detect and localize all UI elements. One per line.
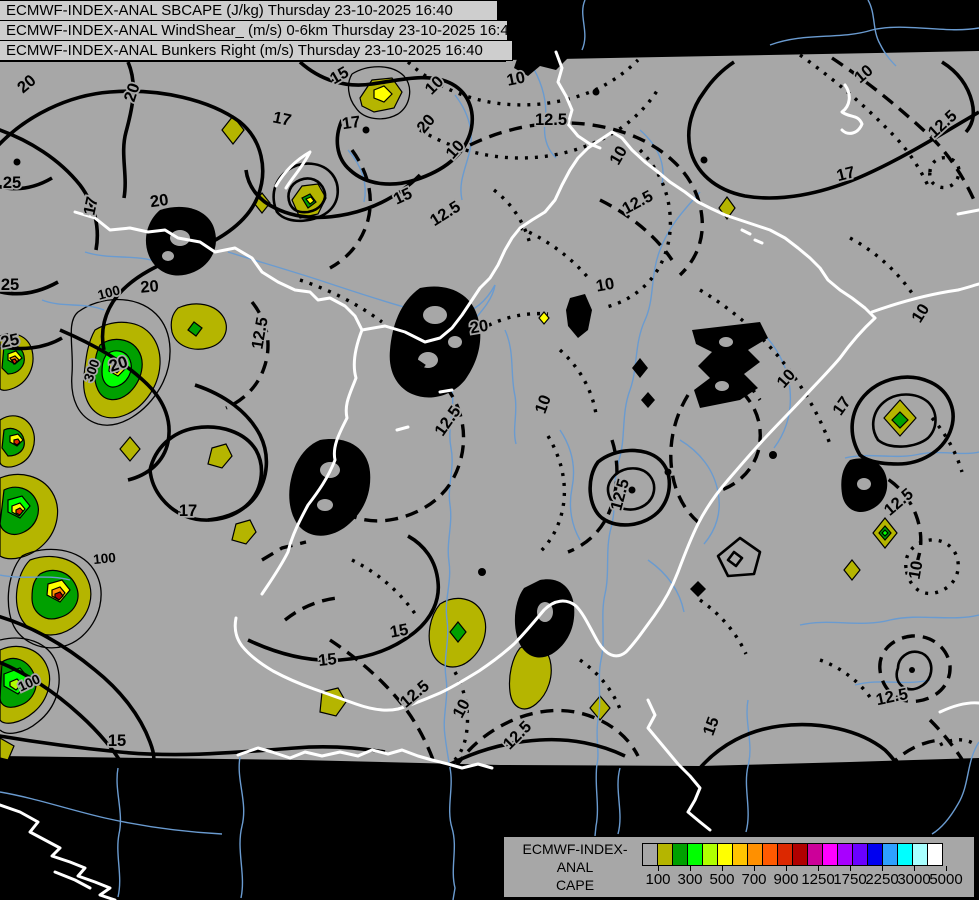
title-bunkers-text: ECMWF-INDEX-ANAL Bunkers Right (m/s) Thu… (6, 42, 483, 59)
contour-label: 15 (317, 650, 337, 670)
contour-label: 17 (271, 108, 293, 129)
legend-cell (672, 843, 688, 866)
legend-parameter: CAPE (555, 877, 595, 893)
legend-tick-label: 5000 (929, 871, 963, 888)
contour-label: 100 (93, 550, 117, 567)
legend-cell (852, 843, 868, 866)
title-sbcape-text: ECMWF-INDEX-ANAL SBCAPE (J/kg) Thursday … (6, 2, 453, 19)
legend-cell (927, 843, 943, 866)
legend-cell (747, 843, 763, 866)
contour-label: 15 (389, 621, 410, 642)
title-windshear: ECMWF-INDEX-ANAL WindShear_ (m/s) 0-6km … (0, 20, 517, 41)
contour-label: 10 (505, 68, 527, 89)
legend-cell (702, 843, 718, 866)
contour-label: 15 (108, 732, 126, 750)
contour-label: 10 (595, 275, 616, 296)
contour-label: 20 (149, 191, 170, 211)
contour-label: 20 (140, 277, 160, 297)
weather-map-app: 20 20 17 17 15 20 10 10 12.5 10 10 12.5 12.5 17 10 12.5… (0, 0, 979, 900)
legend-cell (717, 843, 733, 866)
contour-label: 10 (906, 560, 927, 581)
legend-color-cells (642, 843, 943, 866)
legend-cell (882, 843, 898, 866)
contour-label: 25 (1, 276, 19, 294)
title-bunkers: ECMWF-INDEX-ANAL Bunkers Right (m/s) Thu… (0, 40, 513, 61)
legend-cell (642, 843, 658, 866)
title-windshear-text: ECMWF-INDEX-ANAL WindShear_ (m/s) 0-6km … (6, 22, 518, 39)
legend-cell (762, 843, 778, 866)
contour-label: 25 (3, 174, 21, 192)
contour-label: 12.5 (535, 111, 567, 129)
legend-units: J/kg (514, 894, 636, 900)
legend-cell (657, 843, 673, 866)
legend-cell (687, 843, 703, 866)
contour-label: 20 (469, 317, 490, 338)
contour-label: 17 (179, 502, 197, 520)
legend-cell (867, 843, 883, 866)
contour-label: 25 (0, 330, 21, 351)
weather-map-canvas: 20 2017 17152010 1012.510 1012.512.5171012.5… (0, 0, 979, 900)
contour-label: 17 (80, 195, 101, 217)
legend-cell (912, 843, 928, 866)
legend-cell (732, 843, 748, 866)
title-bars: ECMWF-INDEX-ANAL SBCAPE (J/kg) Thursday … (0, 0, 517, 61)
legend-title: ECMWF-INDEX-ANAL CAPE J/kg (514, 840, 636, 900)
title-sbcape: ECMWF-INDEX-ANAL SBCAPE (J/kg) Thursday … (0, 0, 498, 21)
legend-cell (837, 843, 853, 866)
legend-cell (807, 843, 823, 866)
cape-legend: ECMWF-INDEX-ANAL CAPE J/kg 1003005007009… (503, 836, 975, 900)
legend-cell (897, 843, 913, 866)
legend-cell (822, 843, 838, 866)
legend-product: ECMWF-INDEX-ANAL (522, 841, 628, 875)
legend-cell (792, 843, 808, 866)
legend-colorbar: 100 300 500 700 900 1250 1750 2250 3000 5000 (642, 843, 966, 895)
contour-label: 17 (341, 113, 362, 133)
legend-cell (777, 843, 793, 866)
